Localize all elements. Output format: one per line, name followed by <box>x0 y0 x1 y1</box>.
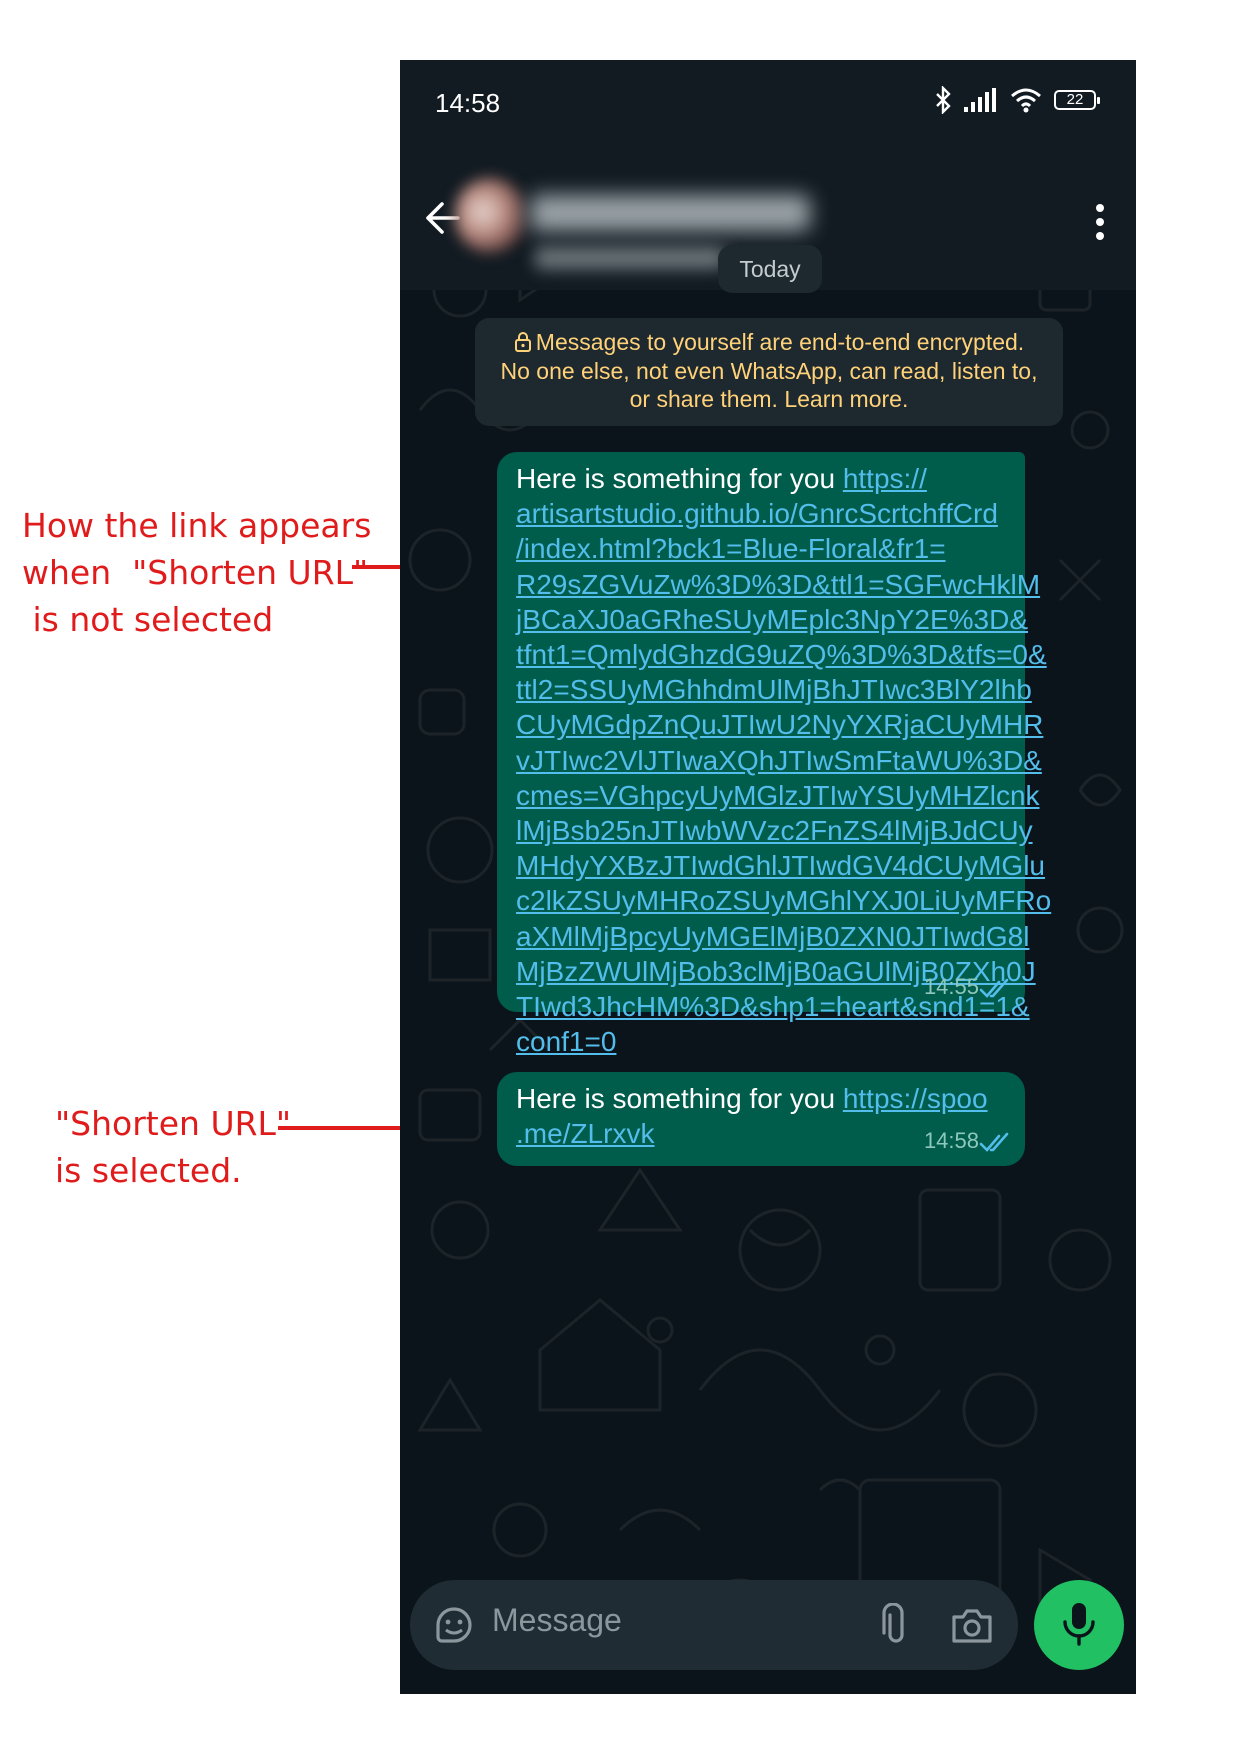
message-bubble-long-link[interactable]: Here is something for you https:// artis… <box>497 452 1051 1057</box>
encryption-notice[interactable]: Messages to yourself are end-to-end encr… <box>475 318 1063 426</box>
link-line[interactable]: jBCaXJ0aGRheSUyMEplc3NpY2E%3D& <box>516 604 1028 635</box>
message-meta: 14:55 <box>924 969 979 1004</box>
annotation-link-not-shortened: How the link appears when "Shorten URL" … <box>22 506 372 639</box>
link-line[interactable]: aXMlMjBpcyUyMGElMjB0ZXN0JTIwdG8l <box>516 921 1029 952</box>
message-input[interactable]: Message <box>492 1602 622 1639</box>
link-line[interactable]: MHdyYXBzJTIwdGhlJTIwdGV4dCUyMGlu <box>516 850 1045 881</box>
annotation-link-shortened: "Shorten URL" is selected. <box>55 1104 292 1190</box>
signal-icon <box>964 88 996 112</box>
camera-icon[interactable] <box>950 1605 994 1645</box>
encryption-notice-line2: No one else, not even WhatsApp, can read… <box>500 357 1038 384</box>
status-time: 14:58 <box>435 88 501 118</box>
status-icons: 22 <box>934 86 1100 114</box>
encryption-text-1: Messages to yourself are end-to-end encr… <box>535 329 1025 355</box>
battery-level: 22 <box>1066 91 1084 108</box>
sticker-icon[interactable] <box>432 1603 476 1647</box>
lock-icon <box>514 332 531 352</box>
contact-subtitle-blurred <box>535 247 725 269</box>
wifi-icon <box>1011 88 1041 113</box>
encryption-notice-line3: or share them. Learn more. <box>475 385 1063 414</box>
battery-icon: 22 <box>1054 90 1100 110</box>
link-line[interactable]: https:// <box>843 463 927 494</box>
link-line[interactable]: cmes=VGhpcyUyMGlzJTIwYSUyMHZlcnk <box>516 780 1040 811</box>
read-ticks-icon <box>979 1132 1009 1152</box>
link-line[interactable]: vJTIwc2VlJTIwaXQhJTIwSmFtaWU%3D& <box>516 745 1042 776</box>
status-bar: 14:58 22 <box>400 60 1136 150</box>
avatar[interactable] <box>455 178 525 253</box>
message-prefix: Here is something for you <box>516 1083 843 1114</box>
link-line[interactable]: lMjBsb25nJTIwbWVzc2FnZS4lMjBJdCUy <box>516 815 1033 846</box>
attach-icon[interactable] <box>880 1603 912 1647</box>
link-line[interactable]: R29sZGVuZw%3D%3D&ttl1=SGFwcHklM <box>516 569 1040 600</box>
mic-button[interactable] <box>1034 1580 1124 1670</box>
link-line[interactable]: CUyMGdpZnQuJTIwU2NyYXRjaCUyMHR <box>516 709 1043 740</box>
message-time: 14:58 <box>923 1127 979 1153</box>
link-line[interactable]: artisartstudio.github.io/GnrcScrtchffCrd <box>516 498 998 529</box>
link-line[interactable]: tfnt1=QmlydGhzdG9uZQ%3D%3D&tfs=0& <box>516 639 1047 670</box>
encryption-notice-line1: Messages to yourself are end-to-end encr… <box>475 328 1063 357</box>
date-divider: Today <box>718 245 822 293</box>
message-composer[interactable]: Message <box>410 1580 1018 1670</box>
link-line[interactable]: ttl2=SSUyMGhhdmUlMjBhJTIwc3BlY2lhb <box>516 674 1032 705</box>
link-line[interactable]: https://spoo <box>843 1083 988 1114</box>
link-line[interactable]: c2lkZSUyMHRoZSUyMGhlYXJ0LiUyMFRo <box>516 885 1051 916</box>
message-text: Here is something for you https:// artis… <box>516 461 1076 1059</box>
bluetooth-icon <box>936 86 951 114</box>
more-vertical-icon[interactable] <box>1082 198 1118 248</box>
message-time: 14:55 <box>923 973 979 999</box>
message-prefix: Here is something for you <box>516 463 843 494</box>
read-ticks-icon <box>979 978 1009 998</box>
message-meta: 14:58 <box>924 1123 979 1158</box>
link-line[interactable]: conf1=0 <box>516 1026 616 1057</box>
message-bubble-short-link[interactable]: Here is something for you https://spoo .… <box>497 1072 1025 1166</box>
mic-icon <box>1063 1603 1095 1646</box>
learn-more-link[interactable]: Learn more. <box>784 386 908 412</box>
contact-name-blurred[interactable] <box>530 195 810 231</box>
encryption-text-3: or share them. <box>629 386 785 412</box>
phone-screen: 14:58 22 Today Messages to yourself are … <box>400 60 1136 1694</box>
link-line[interactable]: .me/ZLrxvk <box>516 1118 654 1149</box>
link-line[interactable]: /index.html?bck1=Blue-Floral&fr1= <box>516 533 946 564</box>
